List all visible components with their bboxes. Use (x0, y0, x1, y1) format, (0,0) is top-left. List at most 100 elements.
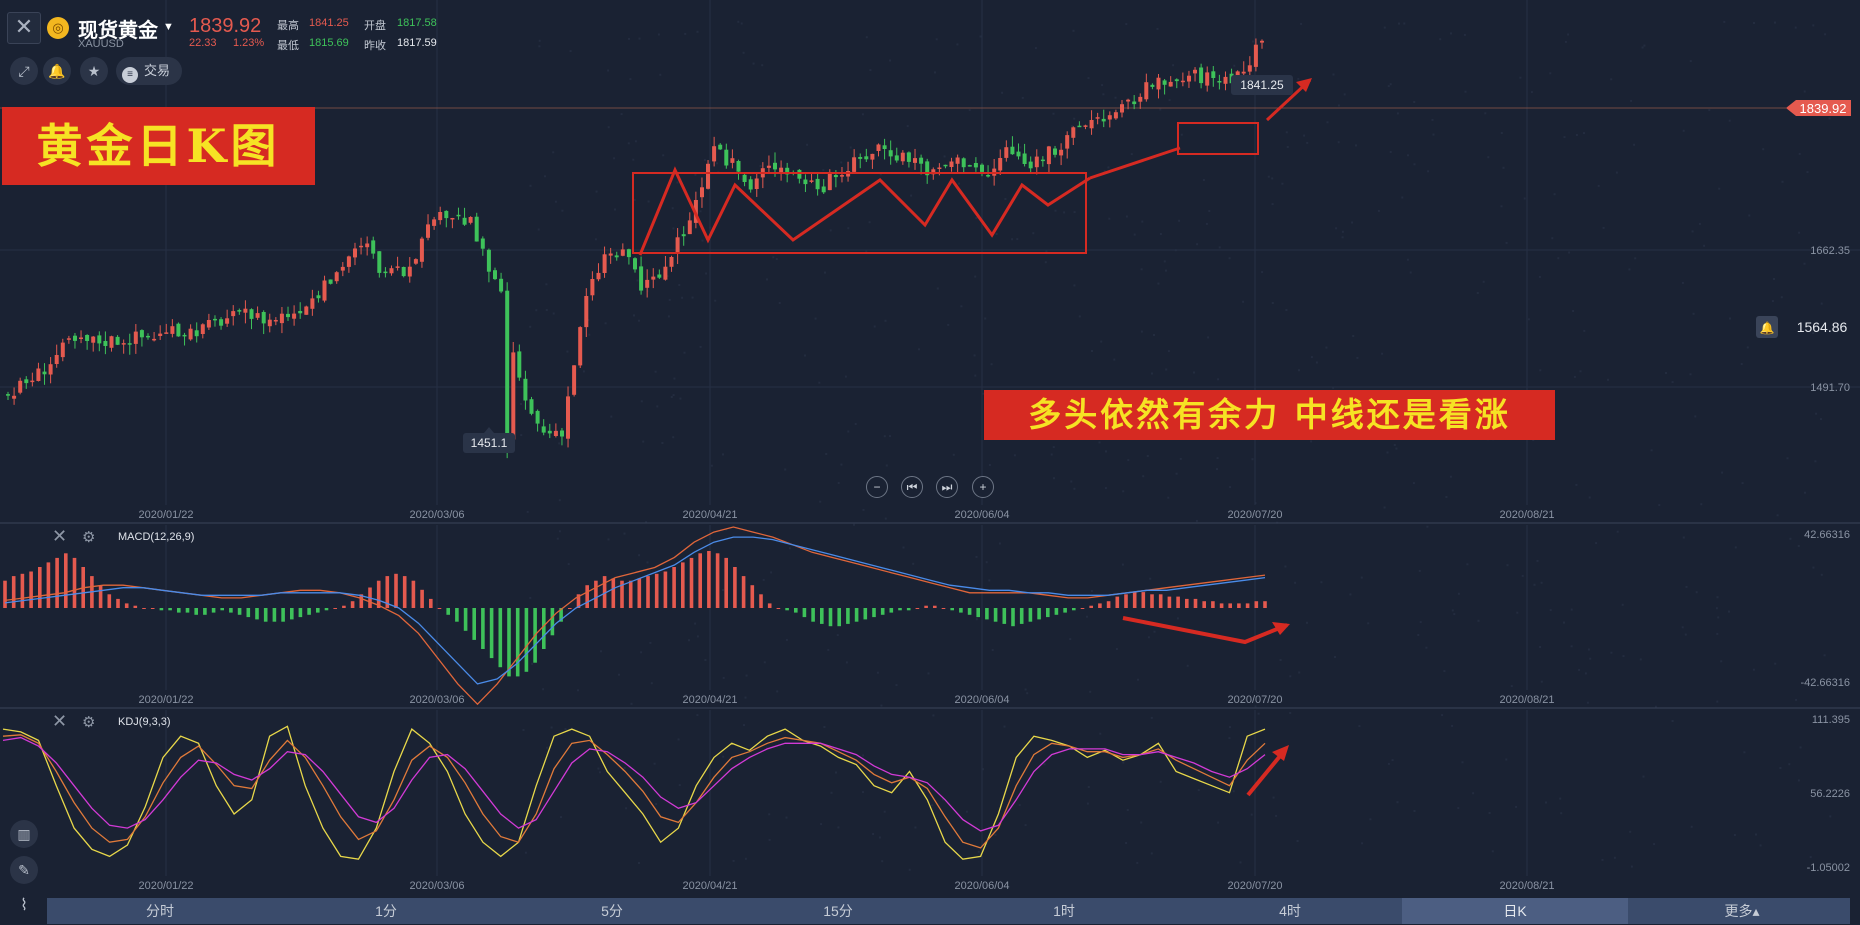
map-dot (1063, 211, 1066, 214)
map-dot (599, 771, 601, 774)
candle-body (1040, 159, 1045, 162)
map-dot (671, 207, 674, 210)
macd-close-button[interactable]: ✕ (52, 526, 67, 547)
trend-arrow (1089, 146, 1181, 180)
candle-body (30, 380, 35, 383)
zoom-in-button[interactable]: + (972, 476, 994, 498)
macd-dea-line (4, 526, 1266, 706)
map-dot (1159, 108, 1162, 111)
alert-price-tag[interactable]: 🔔 1564.86 (1756, 316, 1848, 338)
candle-body (194, 330, 199, 337)
macd-histogram-bar (1106, 601, 1111, 608)
kdj-settings-button[interactable]: ⚙ (82, 713, 95, 731)
zoom-out-button[interactable]: − (866, 476, 888, 498)
pencil-icon: ✎ (18, 862, 30, 878)
alert-button[interactable]: 🔔 (43, 57, 71, 85)
period-tab-daily[interactable]: 日K (1402, 898, 1628, 924)
candle-body (541, 426, 546, 433)
map-dot (1320, 581, 1323, 584)
macd-histogram-bar (3, 580, 7, 608)
map-dot (1575, 134, 1578, 136)
layers-button[interactable]: ⌇ (10, 892, 38, 920)
candle-body (675, 237, 680, 254)
map-dot (1073, 211, 1076, 214)
macd-label: MACD(12,26,9) (118, 531, 195, 543)
candle-body (328, 279, 333, 284)
candle-body (919, 157, 924, 164)
map-dot (1267, 175, 1270, 178)
period-tab-15min[interactable]: 15分 (793, 898, 883, 924)
map-dot (1043, 763, 1046, 766)
skip-prev-button[interactable]: ⏮ (901, 476, 923, 498)
map-dot (840, 161, 843, 164)
map-dot (1578, 668, 1581, 671)
period-tab-4h[interactable]: 4时 (1245, 898, 1335, 924)
pencil-button[interactable]: ✎ (10, 856, 38, 884)
map-dot (1115, 648, 1118, 650)
candle-body (955, 157, 960, 164)
map-dot (1369, 818, 1372, 821)
map-dot (1427, 170, 1430, 173)
macd-histogram-bar (281, 608, 285, 622)
period-tab-1h[interactable]: 1时 (1019, 898, 1109, 924)
candle-body (913, 158, 917, 163)
map-dot (1229, 486, 1232, 489)
map-dot (1121, 563, 1124, 566)
map-dot (1567, 33, 1570, 36)
map-dot (883, 435, 886, 438)
map-dot (623, 767, 626, 769)
map-dot (1551, 237, 1554, 240)
period-tab-1min[interactable]: 1分 (341, 898, 431, 924)
period-tab-more[interactable]: 更多▴ (1697, 898, 1787, 924)
map-dot (1774, 21, 1776, 24)
candle-body (943, 164, 948, 167)
macd-histogram-bar (159, 608, 164, 611)
map-dot (1634, 257, 1637, 260)
macd-histogram-bar (1202, 601, 1206, 608)
map-dot (1728, 119, 1731, 122)
close-button[interactable]: ✕ (7, 12, 41, 44)
candle-body (742, 174, 747, 182)
map-dot (1250, 813, 1253, 816)
favorite-button[interactable]: ★ (80, 57, 108, 85)
candle-body (614, 255, 619, 258)
map-dot (1586, 701, 1589, 704)
map-dot (636, 279, 639, 282)
map-dot (1671, 381, 1674, 384)
map-dot (1101, 84, 1104, 87)
map-dot (977, 850, 980, 853)
map-dot (1443, 670, 1446, 673)
draw-tool-button[interactable]: ⤢ (10, 57, 38, 85)
map-dot (1823, 654, 1826, 657)
indicator-button[interactable]: ▥ (10, 820, 38, 848)
candle-body (535, 410, 540, 424)
map-dot (943, 155, 946, 158)
map-dot (975, 555, 978, 558)
period-tab-fenshi[interactable]: 分时 (115, 898, 205, 924)
candle-body (474, 216, 479, 242)
candle-body (967, 165, 972, 167)
macd-histogram-bar (1263, 601, 1267, 608)
period-tab-5min[interactable]: 5分 (567, 898, 657, 924)
gear-icon: ⚙ (82, 714, 96, 731)
candle-body (371, 240, 376, 254)
macd-settings-button[interactable]: ⚙ (82, 528, 95, 546)
map-dot (1296, 840, 1299, 842)
map-dot (1163, 260, 1166, 263)
candle-body (809, 180, 814, 182)
trade-button[interactable]: ≡ 交易 (116, 57, 182, 85)
map-dot (1812, 566, 1815, 569)
map-dot (699, 345, 702, 348)
map-dot (1396, 112, 1399, 115)
map-dot (1341, 236, 1344, 239)
map-dot (1539, 646, 1542, 648)
map-dot (520, 403, 522, 405)
skip-next-button[interactable]: ⏭ (936, 476, 958, 498)
map-dot (1298, 671, 1301, 674)
chevron-down-icon[interactable]: ▼ (163, 21, 174, 33)
kdj-close-button[interactable]: ✕ (52, 711, 67, 732)
map-dot (661, 442, 664, 444)
macd-histogram-bar (898, 608, 902, 611)
x-label-5: 2020/07/20 (1227, 509, 1282, 521)
map-dot (714, 299, 717, 302)
